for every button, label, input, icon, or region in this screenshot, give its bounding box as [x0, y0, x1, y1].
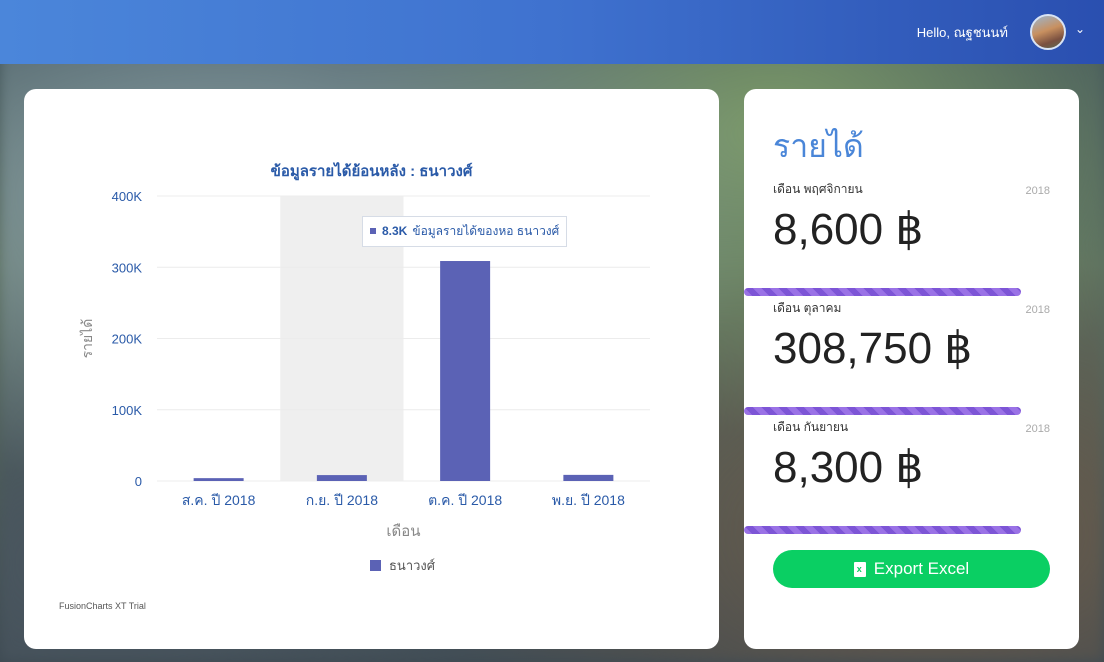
- fusioncharts-trial-text: FusionCharts XT Trial: [59, 601, 146, 611]
- revenue-divider-bar: [744, 407, 1021, 415]
- revenue-year: 2018: [1025, 304, 1050, 316]
- revenue-amount: 8,300 ฿: [773, 443, 924, 492]
- x-tick-label: ต.ค. ปี 2018: [428, 492, 502, 508]
- chart-legend[interactable]: ธนาวงศ์: [370, 555, 435, 576]
- revenue-summary-card: รายได้ เดือน พฤศจิกายน 2018 8,600 ฿ เดือ…: [744, 89, 1079, 649]
- revenue-amount: 308,750 ฿: [773, 324, 973, 373]
- revenue-divider-bar: [744, 288, 1021, 296]
- revenue-year: 2018: [1025, 423, 1050, 435]
- user-avatar[interactable]: [1030, 14, 1066, 50]
- tooltip-swatch: [370, 228, 376, 234]
- chevron-down-icon[interactable]: ⌄: [1075, 22, 1085, 36]
- export-excel-button[interactable]: Export Excel: [773, 550, 1050, 588]
- legend-label: ธนาวงศ์: [389, 558, 436, 573]
- x-axis-label: เดือน: [386, 523, 420, 540]
- legend-swatch: [370, 560, 381, 571]
- y-tick-label: 300K: [112, 260, 143, 275]
- revenue-year: 2018: [1025, 185, 1050, 197]
- bar-3: [563, 474, 614, 481]
- revenue-month: เดือน ตุลาคม: [773, 301, 842, 315]
- x-tick-label: พ.ย. ปี 2018: [552, 492, 625, 508]
- y-tick-label: 100K: [112, 403, 143, 418]
- y-axis-label: รายได้: [79, 319, 95, 359]
- y-tick-label: 400K: [112, 189, 143, 204]
- y-tick-label: 200K: [112, 332, 143, 347]
- bar-2: [440, 261, 491, 481]
- export-excel-label: Export Excel: [873, 559, 970, 578]
- revenue-amount: 8,600 ฿: [773, 205, 924, 254]
- revenue-month: เดือน พฤศจิกายน: [773, 182, 863, 196]
- x-tick-label: ก.ย. ปี 2018: [306, 492, 378, 508]
- bar-1: [316, 475, 367, 481]
- y-tick-label: 0: [135, 474, 142, 489]
- tooltip-label: ข้อมูลรายได้ของหอ ธนาวงศ์: [412, 224, 560, 238]
- user-greeting: Hello, ณฐชนนท์: [916, 25, 1008, 40]
- top-navbar: Hello, ณฐชนนท์ ⌄: [0, 0, 1104, 64]
- x-tick-label: ส.ค. ปี 2018: [182, 492, 256, 508]
- file-excel-icon: [853, 561, 866, 577]
- bar-0: [193, 478, 244, 481]
- tooltip-value: 8.3K: [382, 224, 408, 238]
- chart-tooltip: 8.3K ข้อมูลรายได้ของหอ ธนาวงศ์: [362, 216, 568, 247]
- revenue-divider-bar: [744, 526, 1021, 534]
- revenue-chart-card: ข้อมูลรายได้ย้อนหลัง : ธนาวงศ์ 0 100K 200K…: [24, 89, 719, 649]
- revenue-month: เดือน กันยายน: [773, 420, 849, 434]
- revenue-title: รายได้: [773, 128, 864, 164]
